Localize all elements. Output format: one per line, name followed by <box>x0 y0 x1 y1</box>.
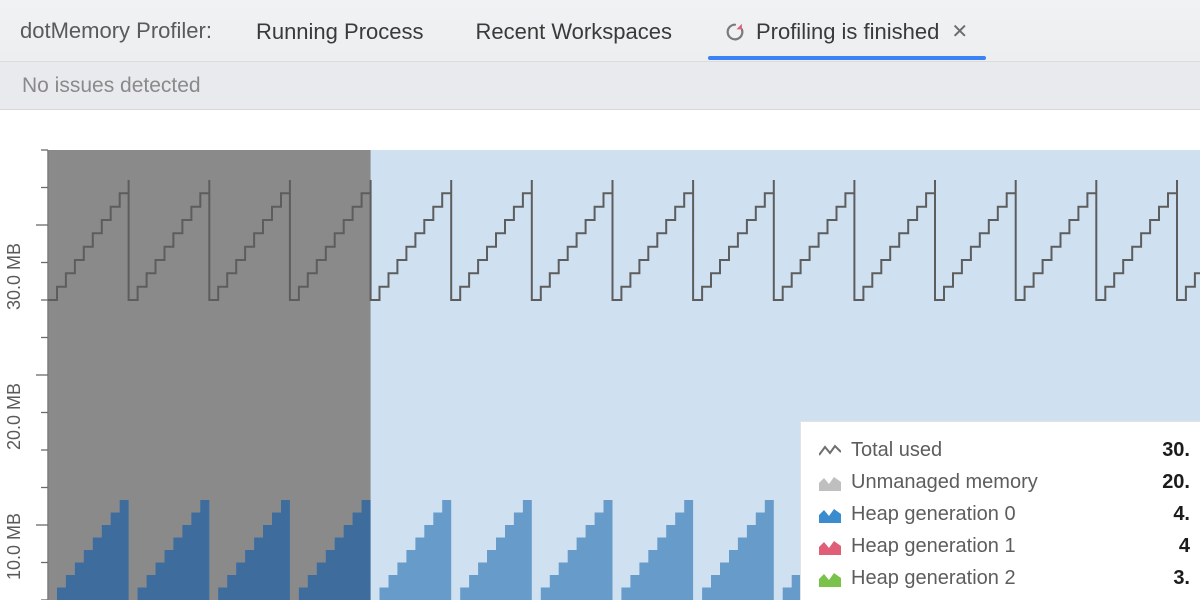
issues-text: No issues detected <box>22 74 201 98</box>
legend-item-gen1[interactable]: Heap generation 1 4 <box>819 530 1190 562</box>
area-swatch-icon <box>819 506 841 522</box>
tab-label: Recent Workspaces <box>476 19 672 45</box>
legend-item-unmanaged[interactable]: Unmanaged memory 20. <box>819 466 1190 498</box>
legend-item-gen0[interactable]: Heap generation 0 4. <box>819 498 1190 530</box>
legend-item-gen2[interactable]: Heap generation 2 3. <box>819 562 1190 594</box>
legend-value: 4. <box>1142 503 1190 526</box>
line-swatch-icon <box>819 442 841 458</box>
legend-label: Heap generation 0 <box>851 503 1142 526</box>
legend-item-total[interactable]: Total used 30. <box>819 434 1190 466</box>
legend-label: Heap generation 1 <box>851 535 1142 558</box>
y-tick-label: 20.0 MB <box>4 383 25 450</box>
area-swatch-icon <box>819 474 841 490</box>
legend-label: Total used <box>851 439 1142 462</box>
tab-label: Profiling is finished <box>756 19 939 45</box>
legend-label: Heap generation 2 <box>851 567 1142 590</box>
tab-running-process[interactable]: Running Process <box>240 3 440 59</box>
tabstrip: dotMemory Profiler: Running Process Rece… <box>0 0 1200 62</box>
memory-timeline-chart[interactable]: 10.0 MB 20.0 MB 30.0 MB Total used 30. U… <box>0 110 1200 600</box>
y-tick-label: 10.0 MB <box>4 513 25 580</box>
legend-label: Unmanaged memory <box>851 471 1142 494</box>
app-title: dotMemory Profiler: <box>20 18 212 44</box>
tab-recent-workspaces[interactable]: Recent Workspaces <box>460 3 688 59</box>
area-swatch-icon <box>819 538 841 554</box>
issues-bar: No issues detected <box>0 62 1200 110</box>
refresh-icon <box>724 21 746 43</box>
area-swatch-icon <box>819 570 841 586</box>
y-tick-label: 30.0 MB <box>4 243 25 310</box>
legend-value: 4 <box>1142 535 1190 558</box>
tab-profiling-finished[interactable]: Profiling is finished ✕ <box>708 3 986 59</box>
legend-value: 3. <box>1142 567 1190 590</box>
close-icon[interactable]: ✕ <box>949 19 970 44</box>
legend-value: 30. <box>1142 439 1190 462</box>
tab-label: Running Process <box>256 19 424 45</box>
legend-value: 20. <box>1142 471 1190 494</box>
legend-panel: Total used 30. Unmanaged memory 20. Heap… <box>800 421 1200 600</box>
